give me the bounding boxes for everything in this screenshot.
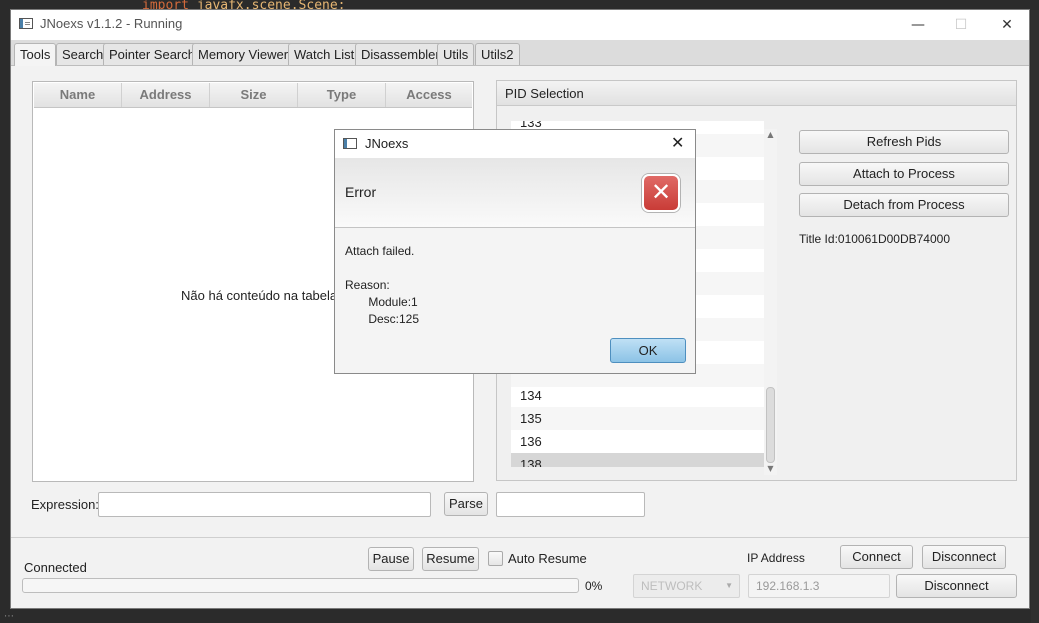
ip-address-input[interactable]: 192.168.1.3 bbox=[748, 574, 890, 598]
list-item[interactable]: 135 bbox=[511, 407, 764, 430]
disconnect-button[interactable]: Disconnect bbox=[922, 545, 1006, 569]
pid-list-scrollbar[interactable]: ▲ ▼ bbox=[764, 129, 777, 475]
column-size[interactable]: Size bbox=[210, 83, 298, 107]
network-mode-select[interactable]: NETWORK ▼ bbox=[633, 574, 740, 598]
window-title: JNoexs v1.1.2 - Running bbox=[40, 16, 183, 31]
message-line: Desc:125 bbox=[345, 312, 420, 326]
tab-bar: Tools Search Pointer Search Memory Viewe… bbox=[11, 40, 1029, 66]
column-type[interactable]: Type bbox=[298, 83, 386, 107]
status-separator bbox=[11, 537, 1029, 538]
parse-button[interactable]: Parse bbox=[444, 492, 488, 516]
connect-button[interactable]: Connect bbox=[840, 545, 913, 569]
message-line: Attach failed. bbox=[345, 244, 415, 258]
dialog-header-text: Error bbox=[345, 184, 377, 200]
message-line bbox=[345, 260, 419, 277]
maximize-button[interactable]: ☐ bbox=[946, 14, 976, 36]
dialog-header: Error ✕ bbox=[335, 158, 695, 228]
tab-memory-viewer[interactable]: Memory Viewer bbox=[192, 43, 295, 65]
list-item-selected[interactable]: 138 bbox=[511, 453, 764, 467]
pid-panel-title: PID Selection bbox=[505, 86, 584, 101]
window-titlebar: JNoexs v1.1.2 - Running — ☐ ✕ bbox=[11, 10, 1029, 40]
refresh-pids-button[interactable]: Refresh Pids bbox=[799, 130, 1009, 154]
scroll-down-icon[interactable]: ▼ bbox=[764, 463, 777, 475]
dialog-close-icon[interactable]: ✕ bbox=[671, 134, 684, 152]
ok-button[interactable]: OK bbox=[610, 338, 686, 363]
table-header: Name Address Size Type Access bbox=[34, 83, 472, 108]
network-mode-value: NETWORK bbox=[641, 579, 703, 593]
app-icon bbox=[19, 18, 33, 29]
message-line: Module:1 bbox=[345, 295, 418, 309]
list-item[interactable]: 134 bbox=[511, 384, 764, 407]
title-id-label: Title Id:010061D00DB74000 bbox=[799, 232, 950, 246]
ip-address-label: IP Address bbox=[747, 551, 805, 565]
tab-utils[interactable]: Utils bbox=[437, 43, 475, 65]
pid-panel-header: PID Selection bbox=[497, 81, 1016, 106]
dialog-title: JNoexs bbox=[365, 136, 409, 151]
minimize-button[interactable]: — bbox=[903, 14, 933, 36]
tab-search[interactable]: Search bbox=[56, 43, 110, 65]
progress-bar bbox=[22, 578, 579, 593]
column-name[interactable]: Name bbox=[34, 83, 122, 107]
dialog-message: Attach failed. Reason: Module:1 Desc:125 bbox=[345, 243, 419, 328]
background-editor-edge bbox=[1031, 10, 1039, 623]
progress-percent: 0% bbox=[585, 579, 603, 593]
pause-button[interactable]: Pause bbox=[368, 547, 414, 571]
detach-process-button[interactable]: Detach from Process bbox=[799, 193, 1009, 217]
expression-input[interactable] bbox=[98, 492, 431, 517]
table-empty-message: Não há conteúdo na tabela bbox=[181, 288, 338, 303]
connection-status: Connected bbox=[24, 560, 87, 575]
expression-result-field[interactable] bbox=[496, 492, 645, 517]
tab-pointer-search[interactable]: Pointer Search bbox=[103, 43, 201, 65]
error-dialog: JNoexs ✕ Error ✕ Attach failed. Reason: … bbox=[334, 129, 696, 374]
message-line: Reason: bbox=[345, 278, 390, 292]
tab-watch-list[interactable]: Watch List bbox=[288, 43, 361, 65]
column-access[interactable]: Access bbox=[386, 83, 472, 107]
chevron-down-icon: ▼ bbox=[725, 581, 733, 590]
column-address[interactable]: Address bbox=[122, 83, 210, 107]
attach-process-button[interactable]: Attach to Process bbox=[799, 162, 1009, 186]
tab-utils2[interactable]: Utils2 bbox=[475, 43, 520, 65]
tab-disassembler[interactable]: Disassembler bbox=[355, 43, 446, 65]
resume-button[interactable]: Resume bbox=[422, 547, 479, 571]
close-button[interactable]: ✕ bbox=[992, 14, 1022, 36]
expression-label: Expression: bbox=[31, 497, 99, 512]
dialog-app-icon bbox=[343, 138, 357, 149]
scroll-up-icon[interactable]: ▲ bbox=[764, 129, 777, 141]
disconnect-network-button[interactable]: Disconnect bbox=[896, 574, 1017, 598]
list-item[interactable]: 136 bbox=[511, 430, 764, 453]
dialog-titlebar: JNoexs ✕ bbox=[335, 130, 695, 158]
error-icon: ✕ bbox=[642, 174, 680, 212]
auto-resume-checkbox[interactable] bbox=[488, 551, 503, 566]
tab-tools[interactable]: Tools bbox=[14, 43, 57, 66]
scrollbar-thumb[interactable] bbox=[766, 387, 775, 463]
auto-resume-label: Auto Resume bbox=[508, 551, 587, 566]
background-dots: ⋯ bbox=[4, 611, 14, 622]
